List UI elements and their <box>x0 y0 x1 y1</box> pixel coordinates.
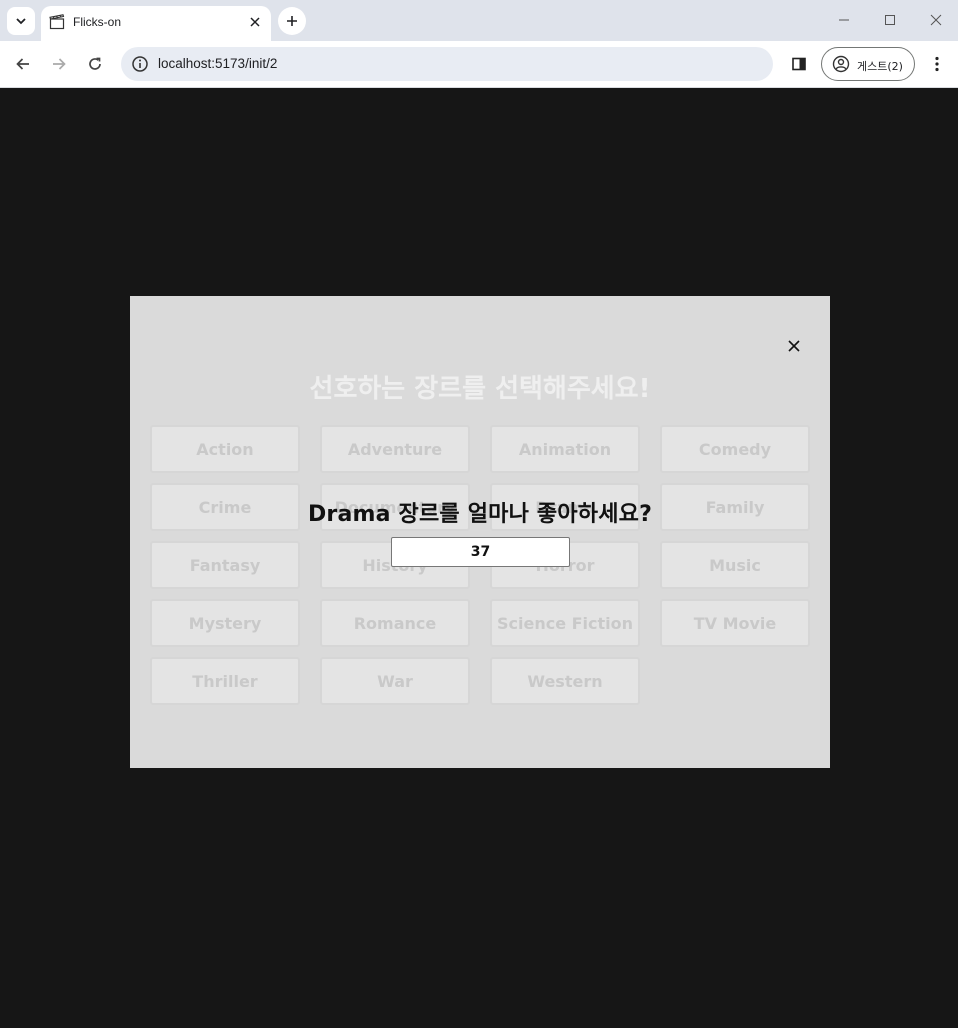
browser-tab-bar: Flicks-on <box>0 0 958 41</box>
side-panel-button[interactable] <box>785 50 813 78</box>
minimize-button[interactable] <box>829 6 859 34</box>
profile-label: 게스트(2) <box>857 60 903 73</box>
more-vertical-icon <box>935 56 939 72</box>
arrow-right-icon <box>53 58 66 70</box>
new-tab-button[interactable] <box>278 7 306 35</box>
back-button[interactable] <box>9 50 37 78</box>
browser-tab[interactable]: Flicks-on <box>41 6 271 41</box>
genre-button[interactable]: Thriller <box>150 657 300 705</box>
genre-button[interactable]: Science Fiction <box>490 599 640 647</box>
genre-modal: 선호하는 장르를 선택해주세요! Action Adventure Animatio… <box>130 296 830 768</box>
modal-title: 선호하는 장르를 선택해주세요! <box>309 374 651 404</box>
genre-button[interactable]: Music <box>660 541 810 589</box>
page-content: 선호하는 장르를 선택해주세요! Action Adventure Animatio… <box>1 88 958 1028</box>
genre-button[interactable]: Comedy <box>660 425 810 473</box>
genre-button[interactable]: Animation <box>490 425 640 473</box>
url-text: localhost:5173/init/2 <box>158 56 278 71</box>
genre-button[interactable]: Adventure <box>320 425 470 473</box>
minimize-icon <box>839 19 849 21</box>
profile-button[interactable]: 게스트(2) <box>821 47 915 81</box>
address-bar[interactable]: localhost:5173/init/2 <box>121 47 773 81</box>
maximize-icon <box>885 15 895 25</box>
side-panel-icon <box>792 57 806 71</box>
close-icon <box>930 14 942 26</box>
reload-icon <box>89 57 101 70</box>
info-icon[interactable] <box>131 55 149 73</box>
browser-menu-button[interactable] <box>924 50 950 78</box>
account-icon <box>832 55 850 73</box>
genre-button[interactable]: Mystery <box>150 599 300 647</box>
score-input[interactable] <box>391 537 570 567</box>
maximize-button[interactable] <box>875 6 905 34</box>
clapperboard-icon <box>49 14 65 30</box>
forward-button[interactable] <box>45 50 73 78</box>
modal-close-button[interactable] <box>782 334 806 358</box>
genre-button[interactable]: War <box>320 657 470 705</box>
plus-icon <box>287 16 297 26</box>
rating-question: Drama 장르를 얼마나 좋아하세요? <box>307 502 653 527</box>
genre-button[interactable]: Western <box>490 657 640 705</box>
tab-search-button[interactable] <box>7 7 35 35</box>
chevron-down-icon <box>16 18 26 25</box>
reload-button[interactable] <box>81 50 109 78</box>
tab-title: Flicks-on <box>73 15 122 29</box>
genre-button[interactable]: Romance <box>320 599 470 647</box>
browser-toolbar: localhost:5173/init/2 게스트(2) <box>0 41 958 88</box>
genre-button[interactable]: Fantasy <box>150 541 300 589</box>
genre-button[interactable]: TV Movie <box>660 599 810 647</box>
close-tab-icon[interactable] <box>247 14 263 30</box>
arrow-left-icon <box>16 58 29 70</box>
close-window-button[interactable] <box>921 6 951 34</box>
genre-button[interactable]: Action <box>150 425 300 473</box>
close-icon <box>788 340 800 352</box>
